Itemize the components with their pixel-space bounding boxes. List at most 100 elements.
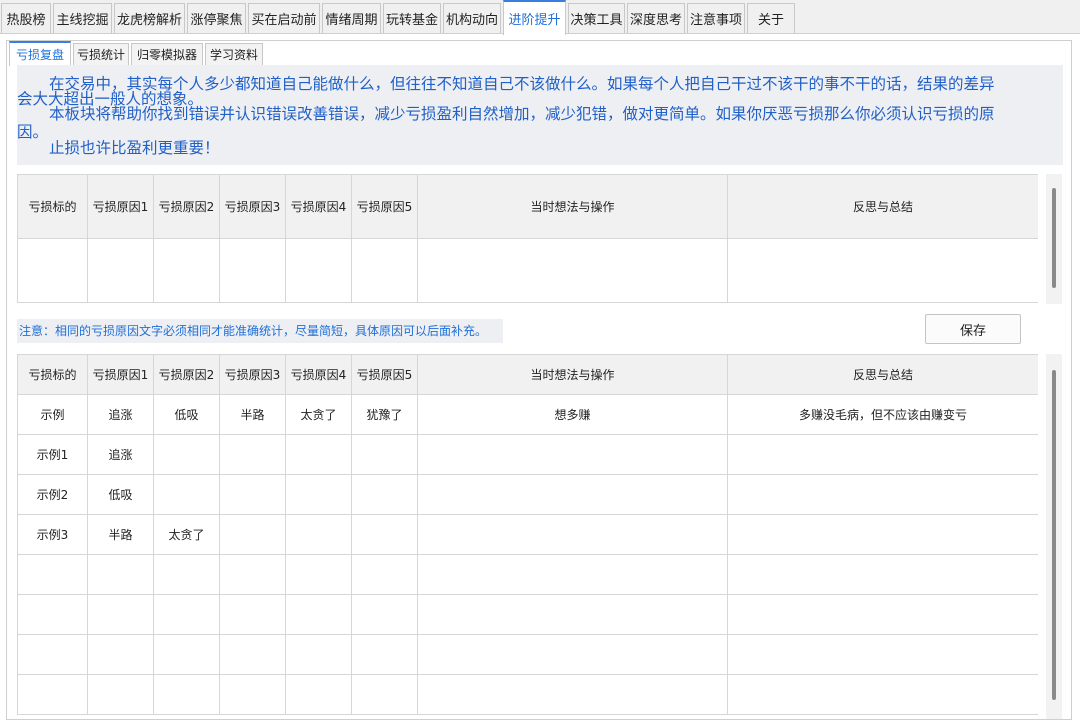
subtab-loss-review[interactable]: 亏损复盘 [9,41,71,66]
table-cell[interactable] [285,434,352,475]
table-cell[interactable] [727,434,1038,475]
table-cell[interactable]: 太贪了 [285,394,352,435]
table-cell[interactable] [351,634,418,675]
table-cell[interactable] [219,474,286,515]
tab-decision-tools[interactable]: 决策工具 [568,3,625,33]
table-cell[interactable] [727,594,1038,635]
entry-cell[interactable] [219,238,286,303]
table-cell[interactable] [285,674,352,715]
save-button[interactable]: 保存 [925,314,1021,344]
entry-cell[interactable] [417,238,728,303]
table-cell[interactable]: 半路 [219,394,286,435]
table-cell[interactable] [219,594,286,635]
table-cell[interactable] [351,514,418,555]
table-cell[interactable]: 太贪了 [153,514,220,555]
table-cell[interactable] [87,554,154,595]
tab-funds[interactable]: 玩转基金 [383,3,441,33]
table-cell[interactable] [417,434,728,475]
entry-cell[interactable] [285,238,352,303]
table-cell[interactable] [87,674,154,715]
table-row[interactable] [17,674,1038,715]
table-cell[interactable] [285,594,352,635]
entry-cell[interactable] [153,238,220,303]
tab-dragon-tiger[interactable]: 龙虎榜解析 [114,3,185,33]
tab-deep-thinking[interactable]: 深度思考 [627,3,685,33]
table-cell[interactable]: 低吸 [87,474,154,515]
table-cell[interactable] [219,434,286,475]
tab-institution[interactable]: 机构动向 [443,3,501,33]
table-row[interactable]: 示例 追涨 低吸 半路 太贪了 犹豫了 想多赚 多赚没毛病，但不应该由赚变亏 [17,394,1038,435]
table-cell[interactable] [285,634,352,675]
table-row[interactable]: 示例2 低吸 [17,474,1038,515]
table-row[interactable] [17,634,1038,675]
table-cell[interactable]: 示例 [17,394,88,435]
table-row[interactable] [17,554,1038,595]
table-cell[interactable]: 犹豫了 [351,394,418,435]
entry-cell[interactable] [351,238,418,303]
table-cell[interactable]: 追涨 [87,394,154,435]
table-cell[interactable]: 半路 [87,514,154,555]
table-cell[interactable] [727,554,1038,595]
table-cell[interactable]: 低吸 [153,394,220,435]
entry-table-scrollbar[interactable] [1046,174,1062,304]
table-cell[interactable] [417,594,728,635]
entry-cell[interactable] [17,238,88,303]
table-cell[interactable]: 追涨 [87,434,154,475]
tab-advanced[interactable]: 进阶提升 [503,0,566,35]
tab-hot-stocks[interactable]: 热股榜 [1,3,51,33]
table-cell[interactable] [153,594,220,635]
tab-mainline[interactable]: 主线挖掘 [53,3,112,33]
tab-precautions[interactable]: 注意事项 [687,3,745,33]
table-cell[interactable] [17,554,88,595]
table-cell[interactable] [153,674,220,715]
subtab-loss-stats[interactable]: 亏损统计 [73,43,129,65]
table-cell[interactable] [417,554,728,595]
table-cell[interactable]: 想多赚 [417,394,728,435]
table-cell[interactable] [153,434,220,475]
table-cell[interactable]: 示例3 [17,514,88,555]
table-cell[interactable] [417,474,728,515]
table-cell[interactable] [417,634,728,675]
table-cell[interactable] [285,514,352,555]
table-cell[interactable] [87,594,154,635]
tab-limit-up[interactable]: 涨停聚焦 [187,3,246,33]
table-cell[interactable] [87,634,154,675]
table-cell[interactable]: 示例1 [17,434,88,475]
table-cell[interactable] [17,674,88,715]
table-cell[interactable] [351,554,418,595]
records-table-scrollbar[interactable] [1046,354,1062,719]
subtab-zero-simulator[interactable]: 归零模拟器 [131,43,203,65]
table-cell[interactable] [285,474,352,515]
table-cell[interactable] [219,514,286,555]
table-cell[interactable] [727,514,1038,555]
table-row[interactable] [17,594,1038,635]
table-cell[interactable] [153,554,220,595]
subtab-learning[interactable]: 学习资料 [205,43,263,65]
table-cell[interactable]: 多赚没毛病，但不应该由赚变亏 [727,394,1038,435]
table-cell[interactable] [351,594,418,635]
entry-cell[interactable] [87,238,154,303]
table-cell[interactable] [219,554,286,595]
tab-sentiment-cycle[interactable]: 情绪周期 [322,3,381,33]
scrollbar-thumb[interactable] [1052,370,1056,700]
table-cell[interactable] [17,634,88,675]
table-cell[interactable] [153,634,220,675]
table-cell[interactable] [351,434,418,475]
table-cell[interactable] [727,674,1038,715]
tab-buy-before-start[interactable]: 买在启动前 [248,3,320,33]
table-cell[interactable] [351,674,418,715]
table-cell[interactable] [727,474,1038,515]
table-cell[interactable]: 示例2 [17,474,88,515]
table-cell[interactable] [219,674,286,715]
table-cell[interactable] [417,514,728,555]
table-row[interactable]: 示例3 半路 太贪了 [17,514,1038,555]
table-cell[interactable] [17,594,88,635]
table-cell[interactable] [219,634,286,675]
scrollbar-thumb[interactable] [1052,188,1056,288]
entry-cell[interactable] [727,238,1038,303]
table-cell[interactable] [417,674,728,715]
tab-about[interactable]: 关于 [747,3,795,33]
table-row[interactable]: 示例1 追涨 [17,434,1038,475]
table-cell[interactable] [153,474,220,515]
table-cell[interactable] [285,554,352,595]
